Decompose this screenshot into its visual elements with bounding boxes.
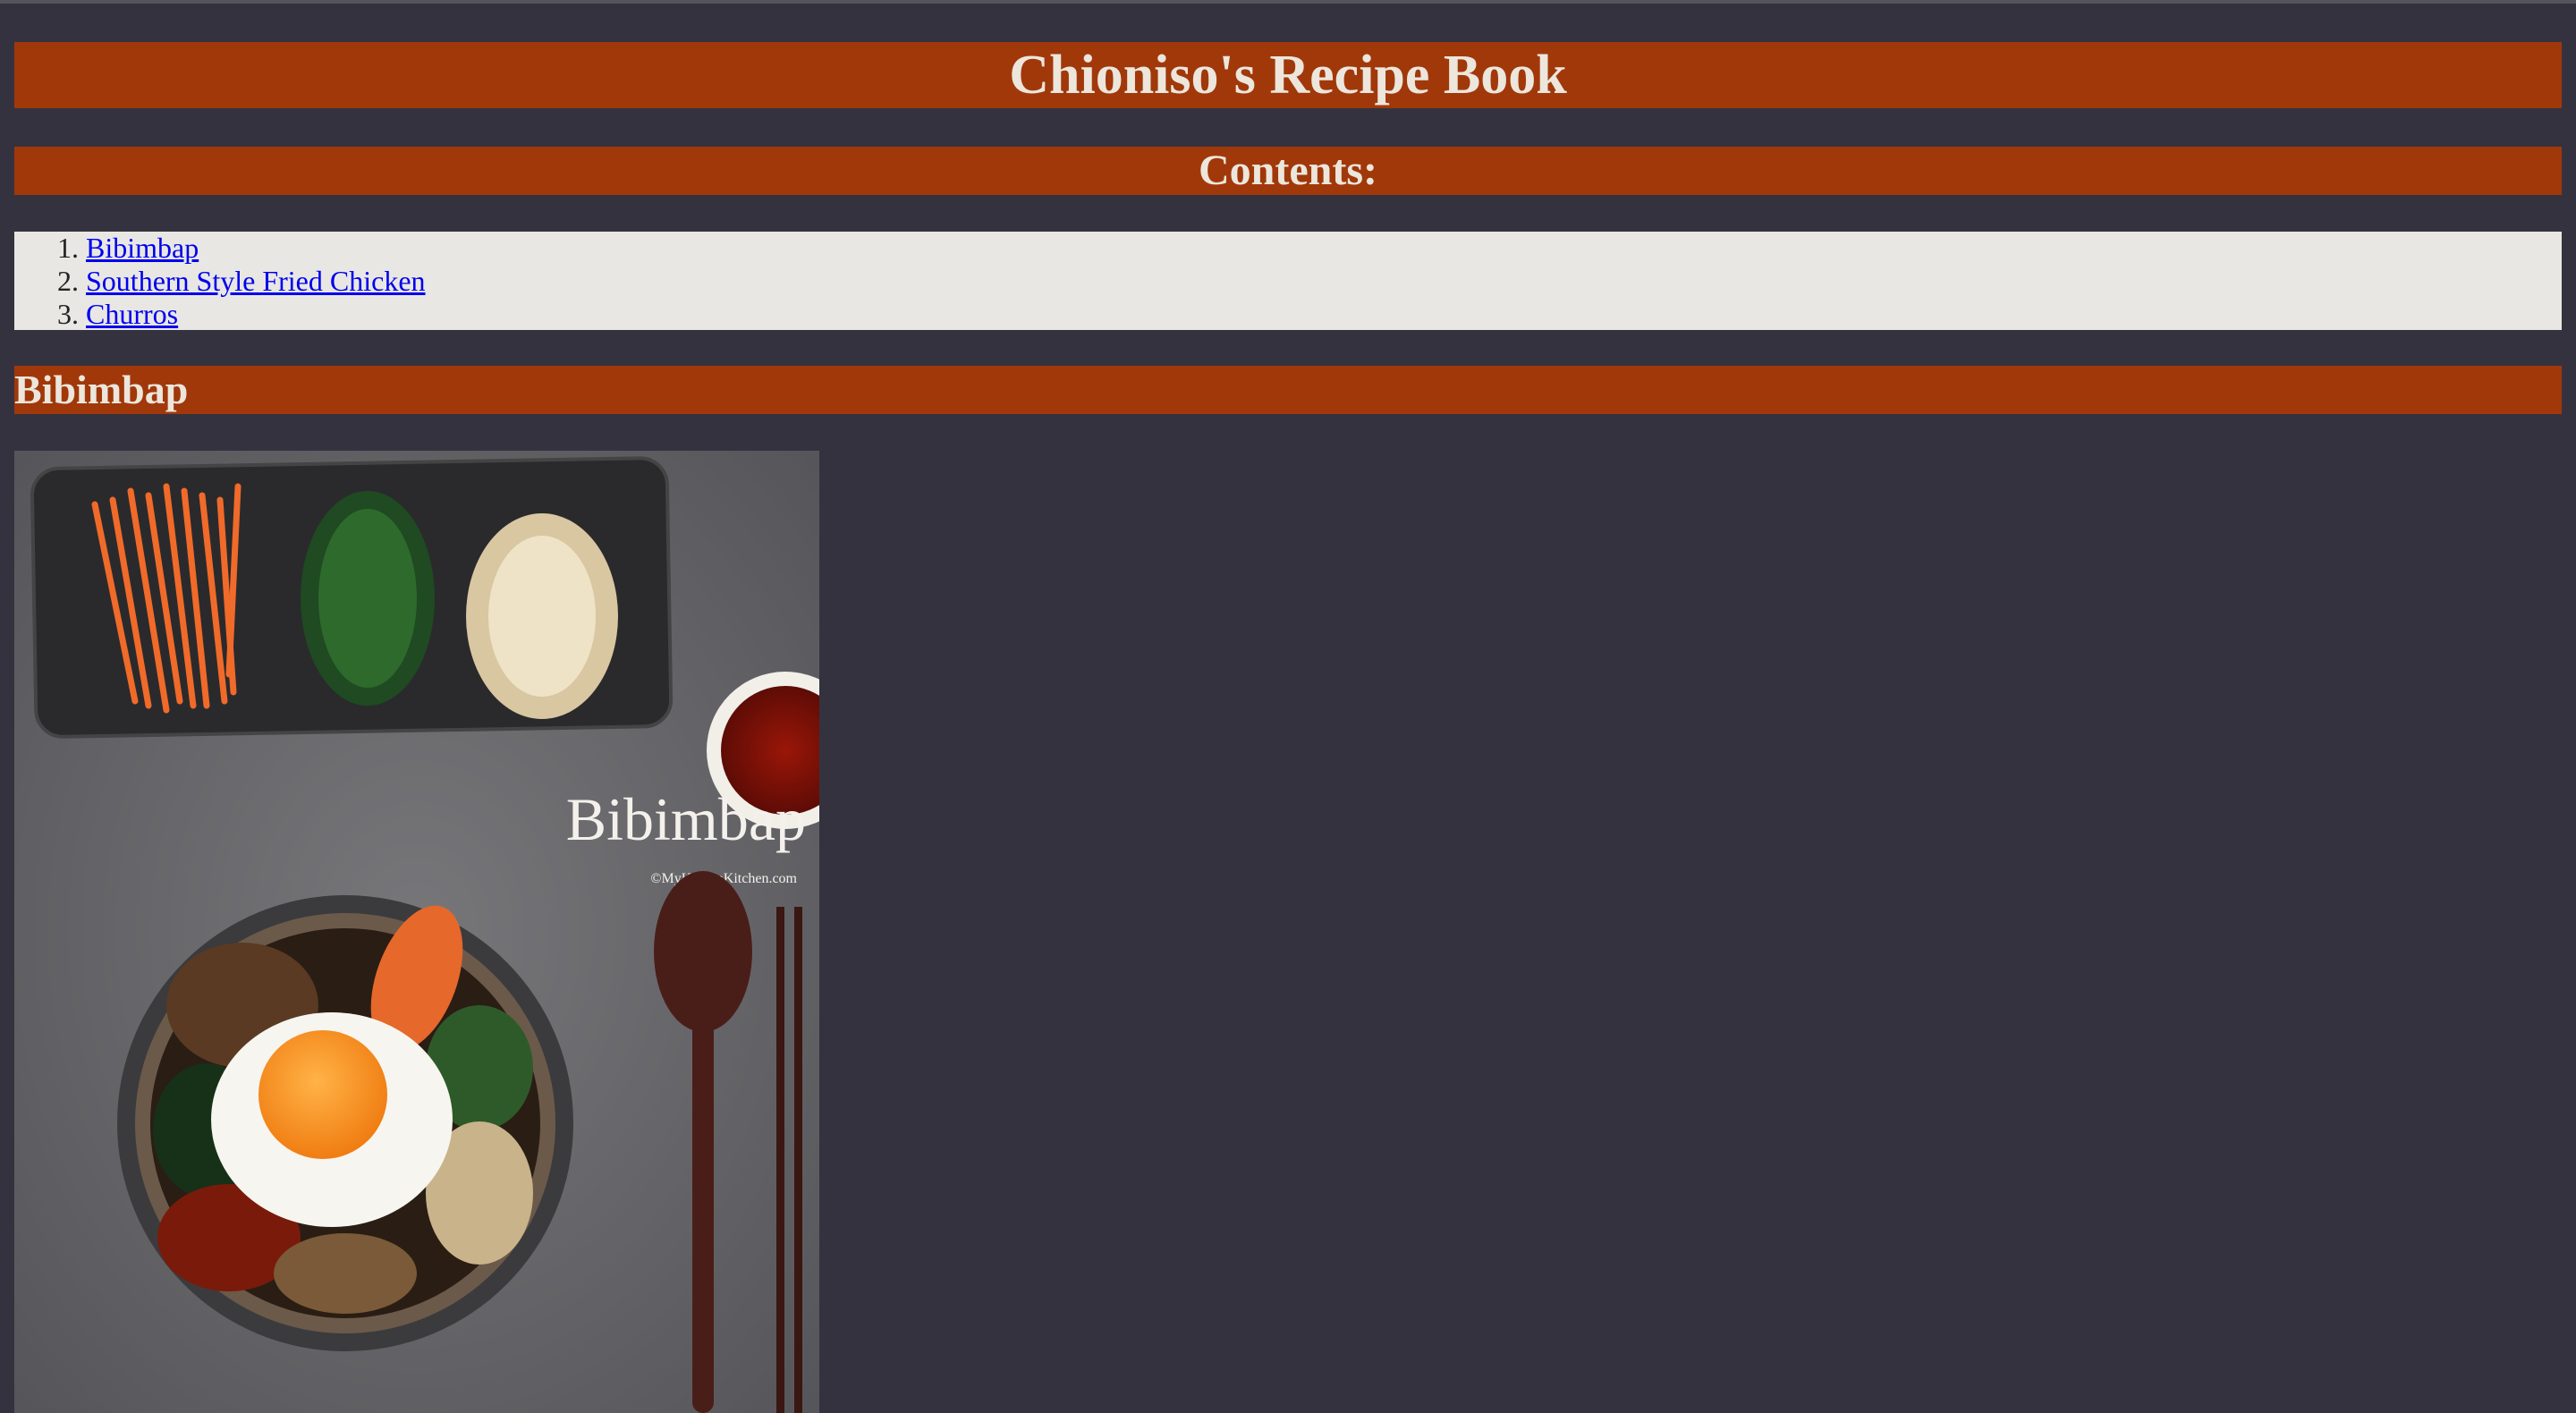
section-heading-bibimbap: Bibimbap: [14, 366, 2562, 414]
photo-overlay-title: Bibimbap: [566, 785, 806, 853]
contents-heading: Contents:: [14, 147, 2562, 195]
table-of-contents: Bibimbap Southern Style Fried Chicken Ch…: [14, 232, 2562, 330]
bibimbap-photo: Bibimbap ©MyKoreanKitchen.com: [14, 451, 819, 1413]
window-top-border: [0, 0, 2576, 4]
page-title: Chioniso's Recipe Book: [14, 42, 2562, 108]
toc-item-bibimbap: Bibimbap: [86, 232, 2562, 265]
toc-item-fried-chicken: Southern Style Fried Chicken: [86, 265, 2562, 298]
toc-item-churros: Churros: [86, 298, 2562, 331]
toc-link-bibimbap[interactable]: Bibimbap: [86, 232, 199, 264]
toc-link-churros[interactable]: Churros: [86, 298, 178, 330]
toc-link-fried-chicken[interactable]: Southern Style Fried Chicken: [86, 265, 426, 297]
